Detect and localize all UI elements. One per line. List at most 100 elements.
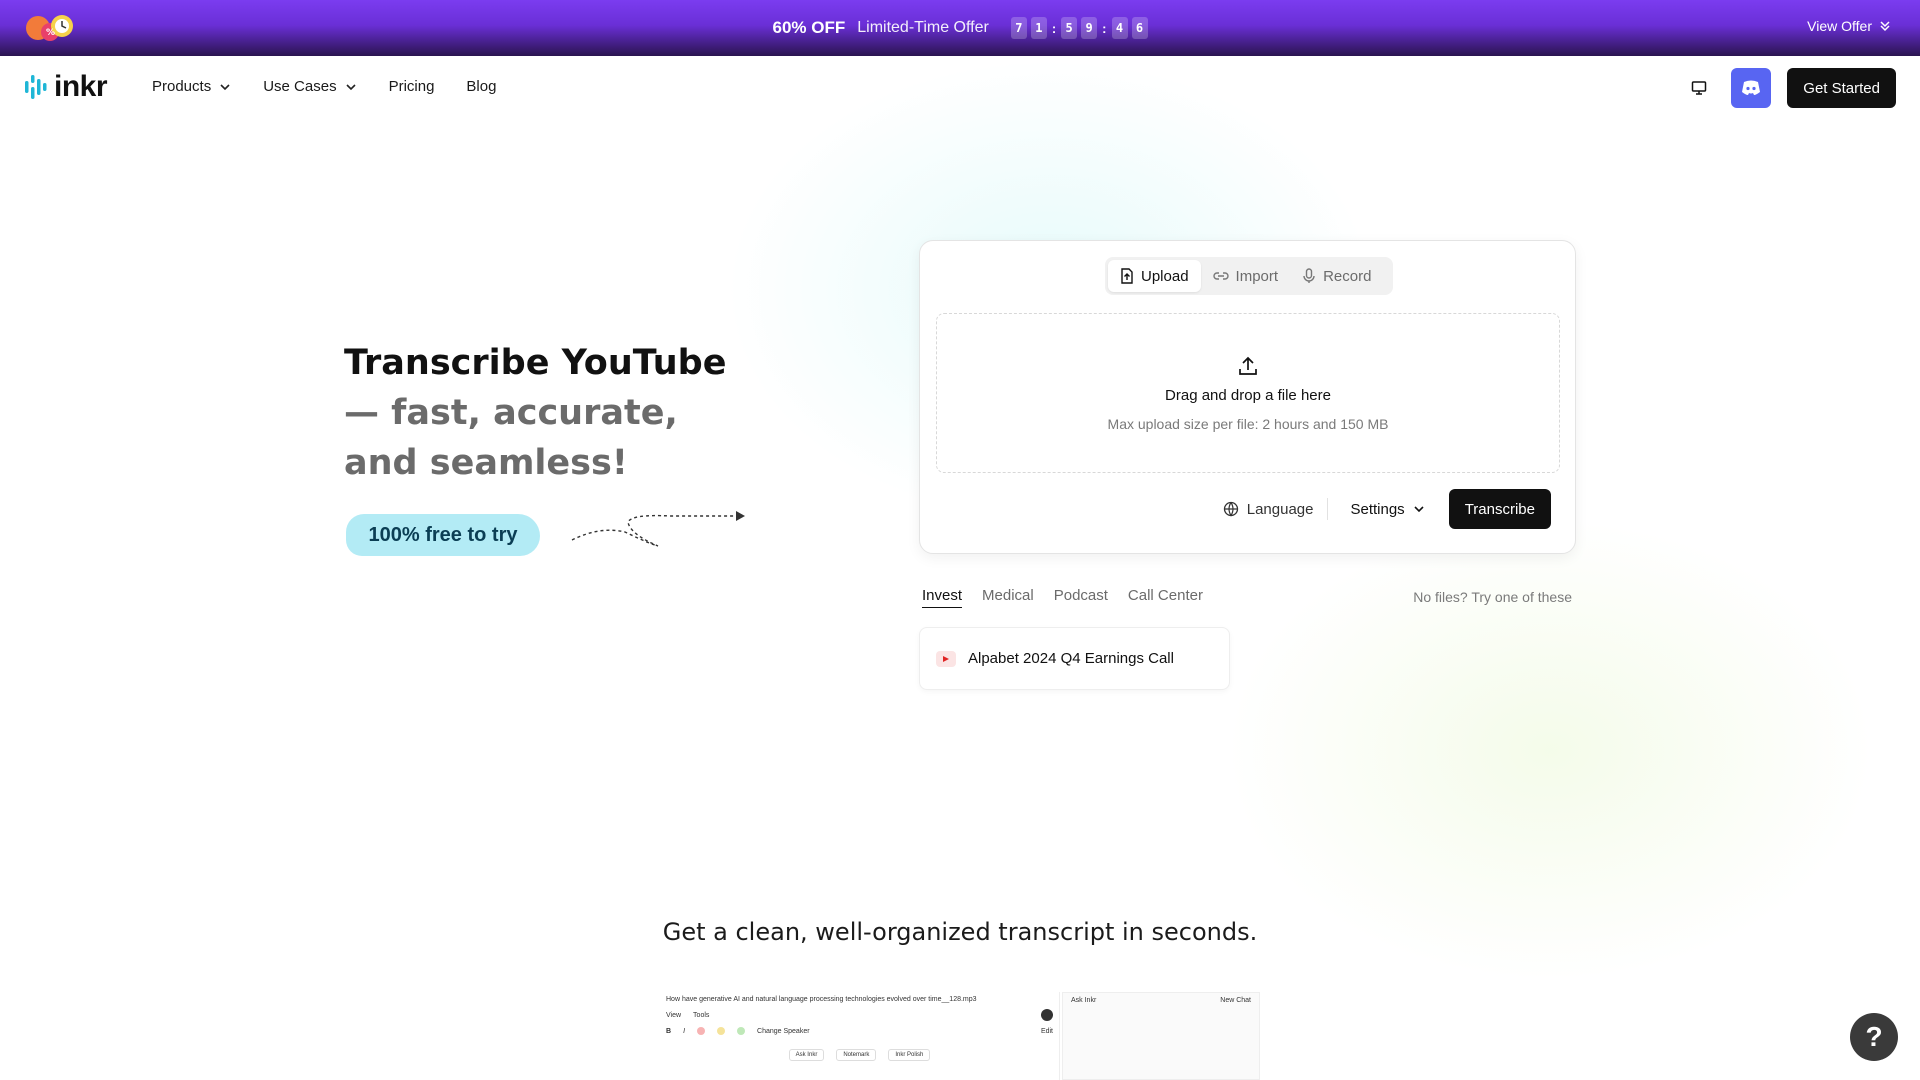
tab-record-label: Record xyxy=(1323,267,1372,285)
monitor-icon xyxy=(1692,81,1707,95)
examples-hint: No files? Try one of these xyxy=(1413,589,1572,605)
preview-change-speaker: Change Speaker xyxy=(757,1027,810,1035)
preview-chip: Notemark xyxy=(836,1049,877,1061)
divider xyxy=(1327,498,1329,520)
preview-menu: View Tools xyxy=(666,1009,1053,1021)
countdown-timer: 7 1 : 5 9 : 4 6 xyxy=(1010,17,1148,39)
settings-label: Settings xyxy=(1350,500,1405,518)
logo-text: inkr xyxy=(54,70,108,103)
top-nav: inkr Products Use Cases Pricing Blog Get… xyxy=(0,56,1920,120)
link-icon xyxy=(1212,272,1229,280)
color-dot xyxy=(737,1027,746,1035)
tab-record[interactable]: Record xyxy=(1290,260,1383,292)
bold-icon: B xyxy=(666,1027,672,1035)
double-chevron-down-icon xyxy=(1880,21,1890,32)
example-file-card[interactable]: Alpabet 2024 Q4 Earnings Call xyxy=(919,627,1230,690)
hero-title: Transcribe YouTube — fast, accurate, and… xyxy=(344,338,784,488)
nav-use-cases-label: Use Cases xyxy=(263,78,337,95)
preview-edit: Edit xyxy=(1040,1027,1053,1035)
get-started-button[interactable]: Get Started xyxy=(1787,68,1896,108)
tab-upload[interactable]: Upload xyxy=(1108,260,1201,292)
source-tabs: Upload Import Record xyxy=(1105,257,1393,295)
dashed-arrow-icon xyxy=(571,511,745,547)
upload-icon xyxy=(1239,356,1257,375)
preview-new-chat: New Chat xyxy=(1220,997,1251,1004)
countdown-digit: 6 xyxy=(1131,17,1148,39)
color-dot xyxy=(697,1027,706,1035)
nav-products-label: Products xyxy=(152,78,212,95)
color-dot xyxy=(717,1027,726,1035)
microphone-icon xyxy=(1303,268,1315,283)
section-subheading: Get a clean, well-organized transcript i… xyxy=(662,918,1258,946)
youtube-icon xyxy=(936,650,956,667)
nav-blog[interactable]: Blog xyxy=(466,78,496,95)
chevron-down-icon xyxy=(220,83,230,90)
tab-upload-label: Upload xyxy=(1141,267,1189,285)
hero-line-1: Transcribe YouTube xyxy=(344,343,727,383)
preview-chips: Ask Inkr Notemark Inkr Polish xyxy=(666,1049,1053,1061)
countdown-digit: 4 xyxy=(1111,17,1128,39)
example-tab-invest[interactable]: Invest xyxy=(922,587,963,608)
transcribe-button[interactable]: Transcribe xyxy=(1448,489,1551,529)
example-file-title: Alpabet 2024 Q4 Earnings Call xyxy=(968,650,1174,667)
theme-toggle-button[interactable] xyxy=(1683,72,1715,104)
tab-import[interactable]: Import xyxy=(1201,260,1291,292)
promo-discount: 60% OFF xyxy=(772,18,846,37)
countdown-separator: : xyxy=(1051,20,1057,36)
example-tab-medical[interactable]: Medical xyxy=(982,587,1034,608)
svg-text:%: % xyxy=(46,28,55,38)
inkr-logo[interactable]: inkr xyxy=(24,70,108,104)
italic-icon: I xyxy=(683,1027,686,1035)
nav-use-cases[interactable]: Use Cases xyxy=(263,78,356,95)
settings-dropdown[interactable]: Settings xyxy=(1342,501,1432,518)
discord-button[interactable] xyxy=(1731,68,1772,108)
countdown-digit: 9 xyxy=(1081,17,1098,39)
chevron-down-icon xyxy=(345,83,356,90)
app-preview-image: How have generative AI and natural langu… xyxy=(660,992,1260,1080)
countdown-digit: 7 xyxy=(1010,17,1027,39)
file-upload-icon xyxy=(1121,268,1133,284)
example-tab-podcast[interactable]: Podcast xyxy=(1054,587,1108,608)
language-button[interactable]: Language xyxy=(1223,500,1314,518)
nav-links: Products Use Cases Pricing Blog xyxy=(152,78,496,95)
hero-line-3: and seamless! xyxy=(344,443,628,483)
promo-center: 60% OFF Limited-Time Offer 7 1 : 5 9 : 4… xyxy=(772,17,1148,39)
card-actions: Language Settings Transcribe xyxy=(1223,489,1551,529)
free-to-try-badge: 100% free to try xyxy=(346,514,540,556)
nav-products[interactable]: Products xyxy=(152,78,231,95)
preview-chip: Ask Inkr xyxy=(788,1049,825,1061)
avatar xyxy=(1041,1009,1053,1021)
nav-pricing[interactable]: Pricing xyxy=(389,78,435,95)
countdown-digit: 1 xyxy=(1030,17,1047,39)
file-dropzone[interactable]: Drag and drop a file here Max upload siz… xyxy=(936,313,1560,473)
preview-menu-view: View xyxy=(666,1011,682,1019)
view-offer-button[interactable]: View Offer xyxy=(1807,18,1890,34)
example-tab-call-center[interactable]: Call Center xyxy=(1128,587,1203,608)
preview-chat-panel: Ask Inkr New Chat xyxy=(1062,992,1260,1080)
nav-actions: Get Started xyxy=(1683,68,1896,108)
dropzone-title: Drag and drop a file here xyxy=(1165,386,1331,404)
dropzone-subtitle: Max upload size per file: 2 hours and 15… xyxy=(1107,415,1389,432)
promo-label: Limited-Time Offer xyxy=(857,19,989,36)
language-label: Language xyxy=(1246,500,1314,518)
preview-ask-inkr: Ask Inkr xyxy=(1071,997,1097,1004)
example-tabs: Invest Medical Podcast Call Center xyxy=(922,587,1203,608)
view-offer-label: View Offer xyxy=(1807,18,1872,34)
globe-icon xyxy=(1223,501,1238,517)
waveform-logo-icon xyxy=(25,75,47,99)
preview-file-title: How have generative AI and natural langu… xyxy=(666,996,977,1003)
help-button[interactable]: ? xyxy=(1850,1013,1898,1061)
chevron-down-icon xyxy=(1414,506,1424,513)
discord-icon xyxy=(1742,80,1761,95)
preview-toolbar: B I Change Speaker Edit xyxy=(666,1027,1053,1035)
sale-badge-icon: % xyxy=(26,15,73,41)
countdown-separator: : xyxy=(1102,20,1107,36)
countdown-digit: 5 xyxy=(1061,17,1078,39)
preview-editor: How have generative AI and natural langu… xyxy=(660,992,1060,1080)
hero-line-2: — fast, accurate, xyxy=(344,393,678,433)
preview-chip: Inkr Polish xyxy=(888,1049,931,1061)
nav-blog-label: Blog xyxy=(466,78,497,95)
preview-chat-header: Ask Inkr New Chat xyxy=(1071,997,1251,1004)
upload-card: Upload Import Record Drag and drop a fil… xyxy=(919,240,1576,554)
tab-import-label: Import xyxy=(1235,267,1279,285)
